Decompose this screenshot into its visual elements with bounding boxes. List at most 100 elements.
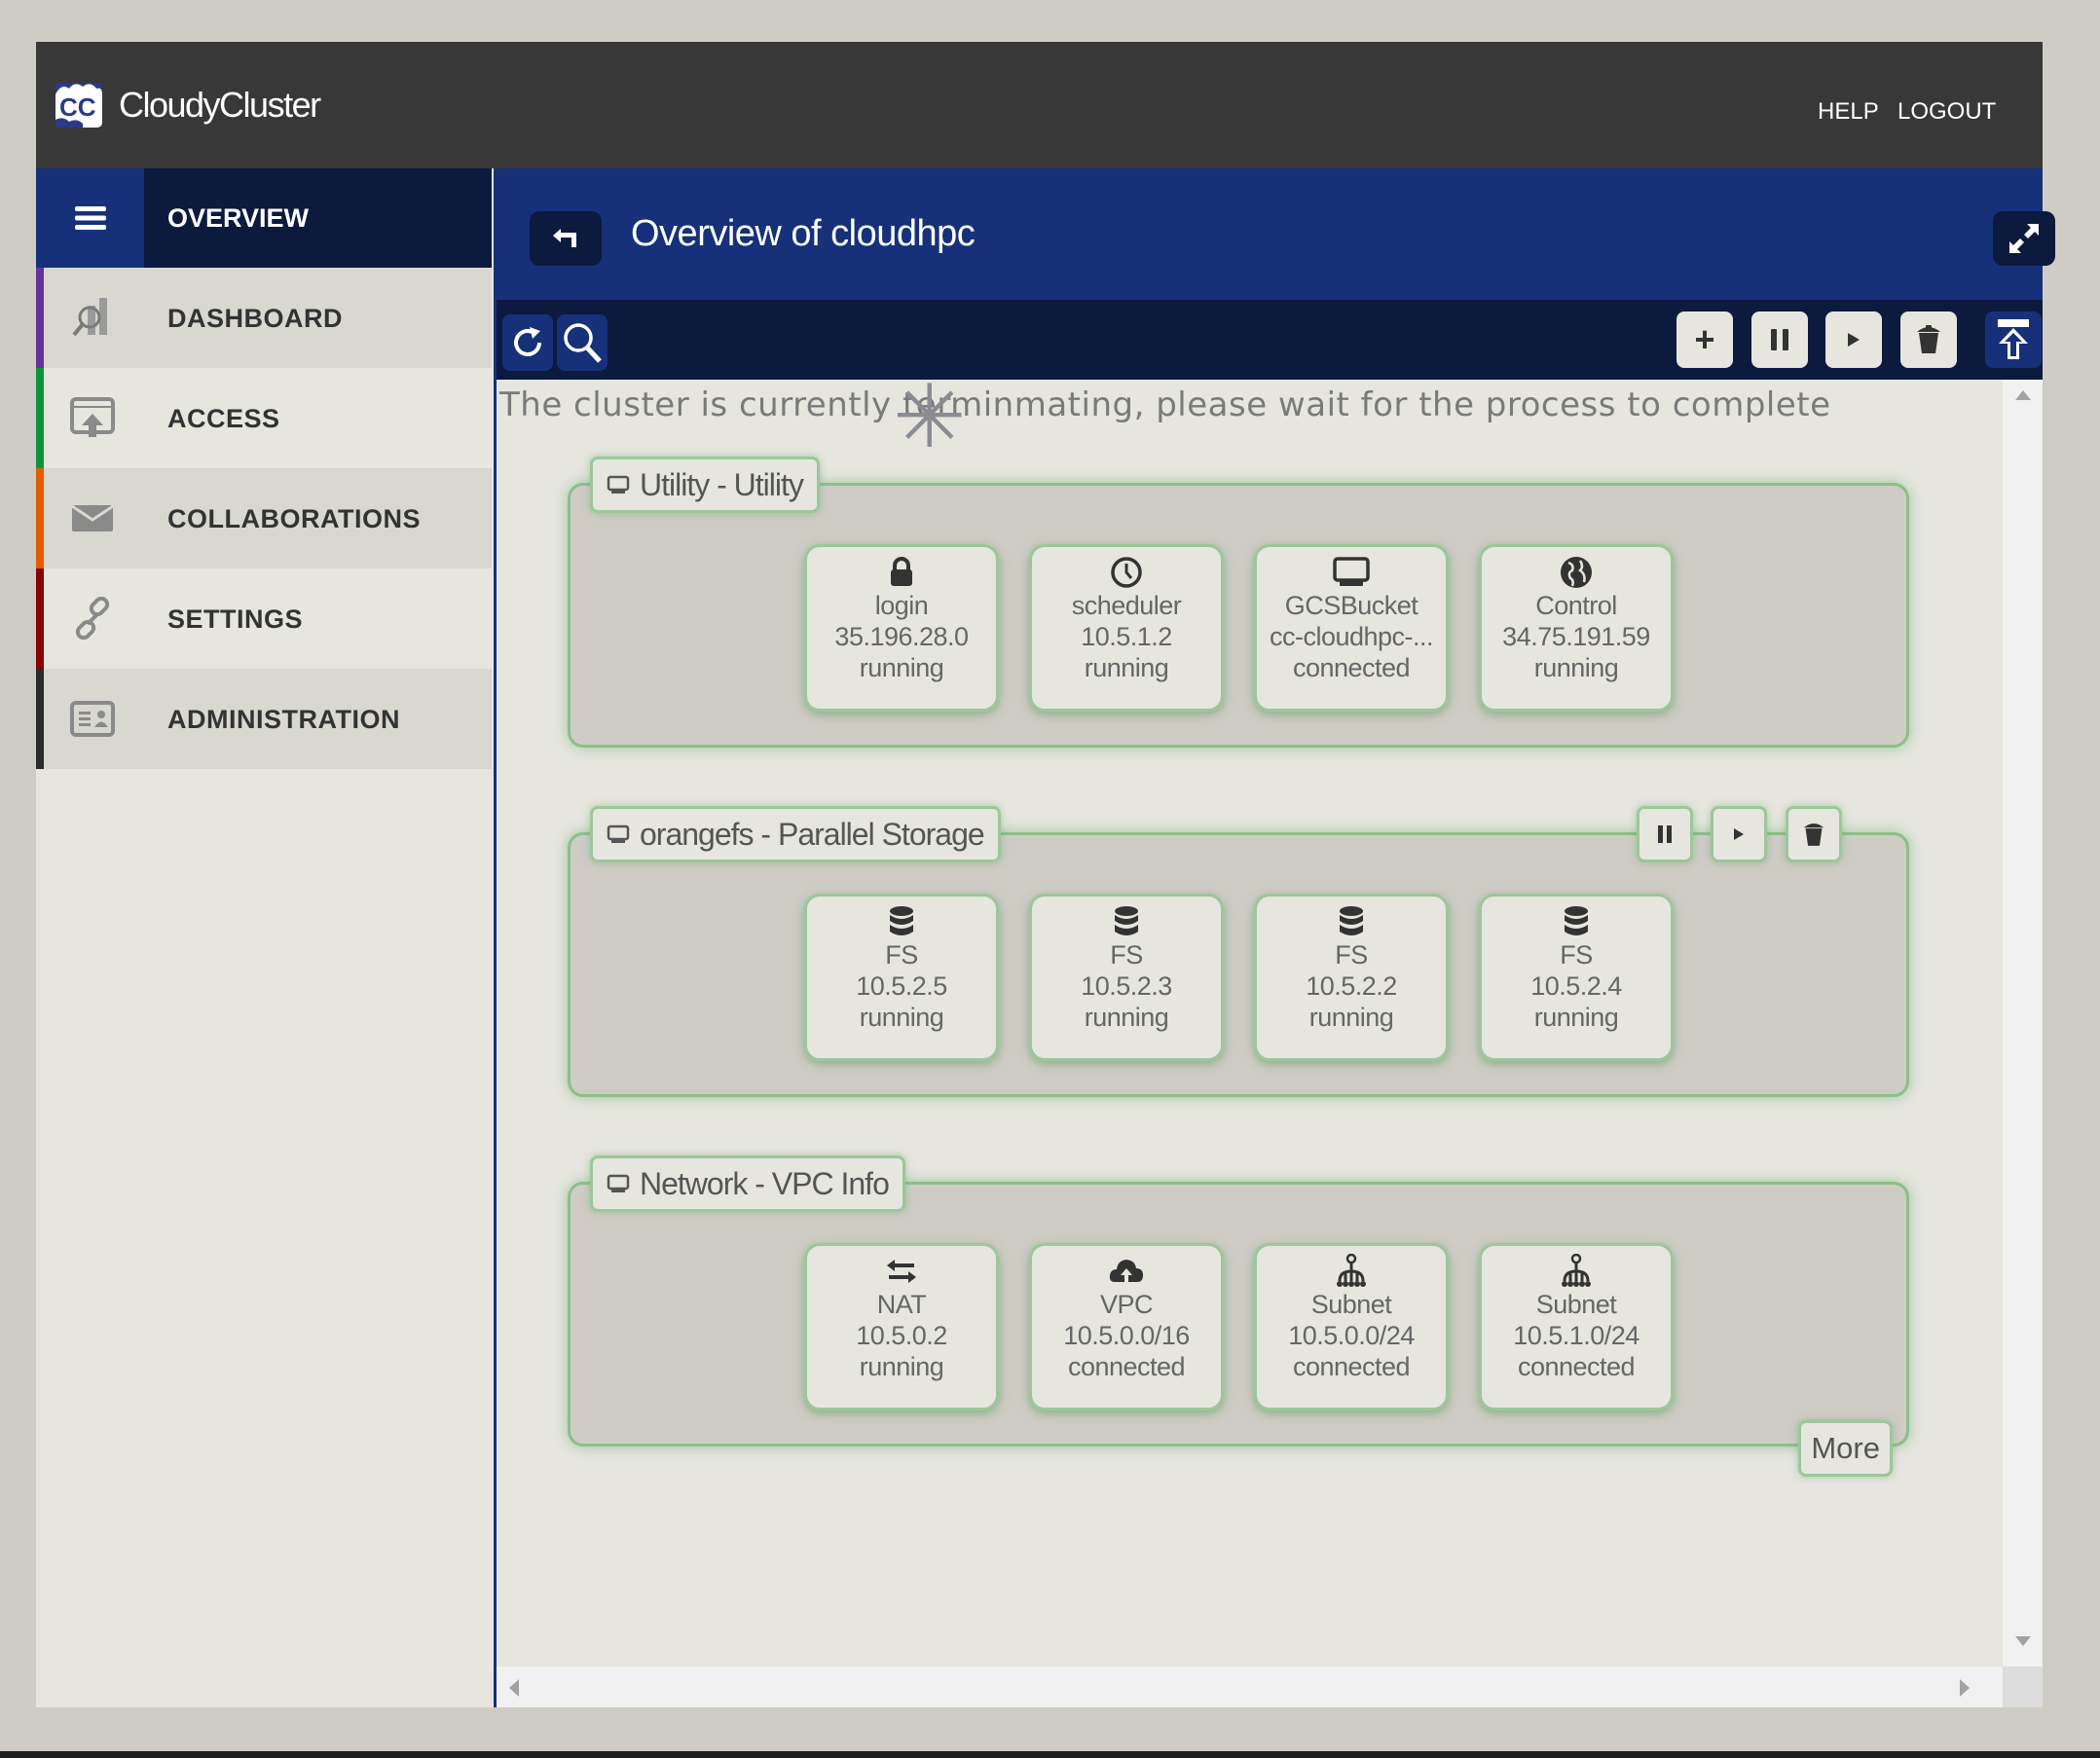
node-card-nat[interactable]: NAT 10.5.0.2 running bbox=[804, 1243, 999, 1410]
scroll-up-arrow-icon bbox=[2015, 390, 2031, 400]
sidebar-item-stripe bbox=[36, 468, 44, 568]
node-name: FS bbox=[1110, 940, 1143, 970]
node-status: connected bbox=[1517, 1352, 1636, 1381]
sidebar-overview-row: OVERVIEW bbox=[36, 168, 492, 268]
node-card-control[interactable]: Control 34.75.191.59 running bbox=[1479, 544, 1674, 712]
app-window: CC CloudyCluster HELP LOGOUT OVERVIEW DA… bbox=[36, 42, 2055, 1707]
node-status: running bbox=[859, 653, 944, 682]
pause-button[interactable] bbox=[1751, 311, 1808, 368]
database-icon bbox=[890, 906, 913, 935]
sidebar-item-stripe bbox=[36, 669, 44, 769]
search-icon bbox=[564, 323, 602, 363]
delete-button[interactable] bbox=[1900, 311, 1957, 368]
node-name: GCSBucket bbox=[1284, 591, 1418, 620]
vertical-scrollbar[interactable] bbox=[2003, 380, 2043, 1666]
scroll-right-arrow-icon bbox=[1960, 1679, 1970, 1697]
sidebar-item-stripe bbox=[36, 268, 44, 368]
node-address: 10.5.1.2 bbox=[1081, 622, 1172, 651]
envelope-icon bbox=[71, 504, 114, 531]
scroll-down-arrow-icon bbox=[2015, 1636, 2031, 1646]
add-button[interactable]: + bbox=[1676, 311, 1733, 368]
node-name: FS bbox=[1560, 940, 1593, 970]
node-address: 34.75.191.59 bbox=[1502, 622, 1650, 651]
node-address: 10.5.2.3 bbox=[1081, 971, 1172, 1001]
sidebar-item-administration[interactable]: ADMINISTRATION bbox=[36, 669, 492, 769]
upload-button[interactable] bbox=[1985, 311, 2042, 368]
node-card-login[interactable]: login 35.196.28.0 running bbox=[804, 544, 999, 712]
sidebar-item-label: COLLABORATIONS bbox=[167, 504, 421, 533]
sidebar-item-stripe bbox=[36, 568, 44, 669]
more-button[interactable]: More bbox=[1798, 1420, 1893, 1477]
brand-name: CloudyCluster bbox=[119, 85, 321, 125]
database-icon bbox=[1115, 906, 1138, 935]
node-card-scheduler[interactable]: scheduler 10.5.1.2 running bbox=[1029, 544, 1224, 712]
node-card-subnet[interactable]: Subnet 10.5.1.0/24 connected bbox=[1479, 1243, 1674, 1410]
play-icon bbox=[1848, 333, 1860, 347]
node-address: 10.5.0.0/16 bbox=[1063, 1321, 1190, 1350]
group-title-tab[interactable]: Utility - Utility bbox=[590, 457, 820, 513]
node-name: Subnet bbox=[1535, 1290, 1617, 1319]
node-name: login bbox=[874, 591, 929, 620]
expand-button[interactable] bbox=[1993, 211, 2055, 266]
group-title: Network - VPC Info bbox=[640, 1165, 890, 1201]
sidebar-item-stripe bbox=[36, 368, 44, 468]
node-card-vpc[interactable]: VPC 10.5.0.0/16 connected bbox=[1029, 1243, 1224, 1410]
node-status: connected bbox=[1067, 1352, 1186, 1381]
pause-icon bbox=[1658, 825, 1672, 843]
sitemap-icon bbox=[1562, 1254, 1591, 1287]
cluster-toolbar: + bbox=[497, 300, 2043, 380]
monitor-icon bbox=[1333, 557, 1370, 586]
group-pause-button[interactable] bbox=[1637, 806, 1693, 862]
node-card-fs[interactable]: FS 10.5.2.2 running bbox=[1254, 894, 1449, 1061]
node-address: 10.5.2.4 bbox=[1530, 971, 1622, 1001]
node-status: running bbox=[859, 1003, 944, 1032]
menu-toggle-button[interactable] bbox=[36, 168, 144, 268]
node-name: Control bbox=[1535, 591, 1617, 620]
search-button[interactable] bbox=[557, 314, 608, 371]
node-address: 35.196.28.0 bbox=[834, 622, 969, 651]
node-status: running bbox=[1533, 653, 1619, 682]
node-status: running bbox=[1533, 1003, 1619, 1032]
page-title: Overview of cloudhpc bbox=[631, 213, 976, 254]
group-delete-button[interactable] bbox=[1786, 806, 1842, 862]
node-card-fs[interactable]: FS 10.5.2.4 running bbox=[1479, 894, 1674, 1061]
hamburger-icon bbox=[74, 206, 106, 230]
node-status: running bbox=[1084, 1003, 1169, 1032]
group-title-tab[interactable]: Network - VPC Info bbox=[590, 1155, 905, 1212]
sidebar-item-label: ADMINISTRATION bbox=[167, 705, 400, 734]
node-name: scheduler bbox=[1071, 591, 1182, 620]
cloud-icon bbox=[1109, 1260, 1143, 1282]
sidebar-overview-label[interactable]: OVERVIEW bbox=[167, 203, 309, 234]
horizontal-scrollbar[interactable] bbox=[497, 1666, 2003, 1707]
group-title: Utility - Utility bbox=[640, 466, 804, 502]
group-play-button[interactable] bbox=[1711, 806, 1767, 862]
pause-icon bbox=[1771, 329, 1788, 350]
database-icon bbox=[1565, 906, 1588, 935]
node-card-subnet[interactable]: Subnet 10.5.0.0/24 connected bbox=[1254, 1243, 1449, 1410]
refresh-icon bbox=[514, 327, 541, 356]
sidebar-item-settings[interactable]: SETTINGS bbox=[36, 568, 492, 669]
group-title-tab[interactable]: orangefs - Parallel Storage bbox=[590, 806, 1001, 862]
logout-link[interactable]: LOGOUT bbox=[1897, 98, 1996, 126]
node-address: cc-cloudhpc-... bbox=[1269, 622, 1434, 651]
node-card-fs[interactable]: FS 10.5.2.3 running bbox=[1029, 894, 1224, 1061]
os-taskbar bbox=[0, 1751, 2100, 1758]
monitor-icon bbox=[607, 1174, 630, 1192]
back-button[interactable] bbox=[530, 211, 602, 266]
node-group-utility: Utility - Utility login 35.196.28.0 runn… bbox=[568, 457, 1909, 748]
node-name: FS bbox=[885, 940, 918, 970]
database-icon bbox=[1340, 906, 1363, 935]
sidebar: OVERVIEW DASHBOARD ACCESS COLLABORATIONS… bbox=[36, 168, 492, 1707]
sidebar-item-collaborations[interactable]: COLLABORATIONS bbox=[36, 468, 492, 568]
cloudycluster-logo-icon: CC bbox=[55, 83, 102, 128]
sidebar-item-dashboard[interactable]: DASHBOARD bbox=[36, 268, 492, 368]
help-link[interactable]: HELP bbox=[1818, 98, 1879, 126]
play-button[interactable] bbox=[1825, 311, 1882, 368]
sidebar-item-access[interactable]: ACCESS bbox=[36, 368, 492, 468]
node-status: connected bbox=[1292, 653, 1411, 682]
node-card-fs[interactable]: FS 10.5.2.5 running bbox=[804, 894, 999, 1061]
node-card-gcsbucket[interactable]: GCSBucket cc-cloudhpc-... connected bbox=[1254, 544, 1449, 712]
refresh-button[interactable] bbox=[502, 314, 553, 371]
dashboard-icon bbox=[72, 298, 107, 337]
node-status: connected bbox=[1292, 1352, 1411, 1381]
